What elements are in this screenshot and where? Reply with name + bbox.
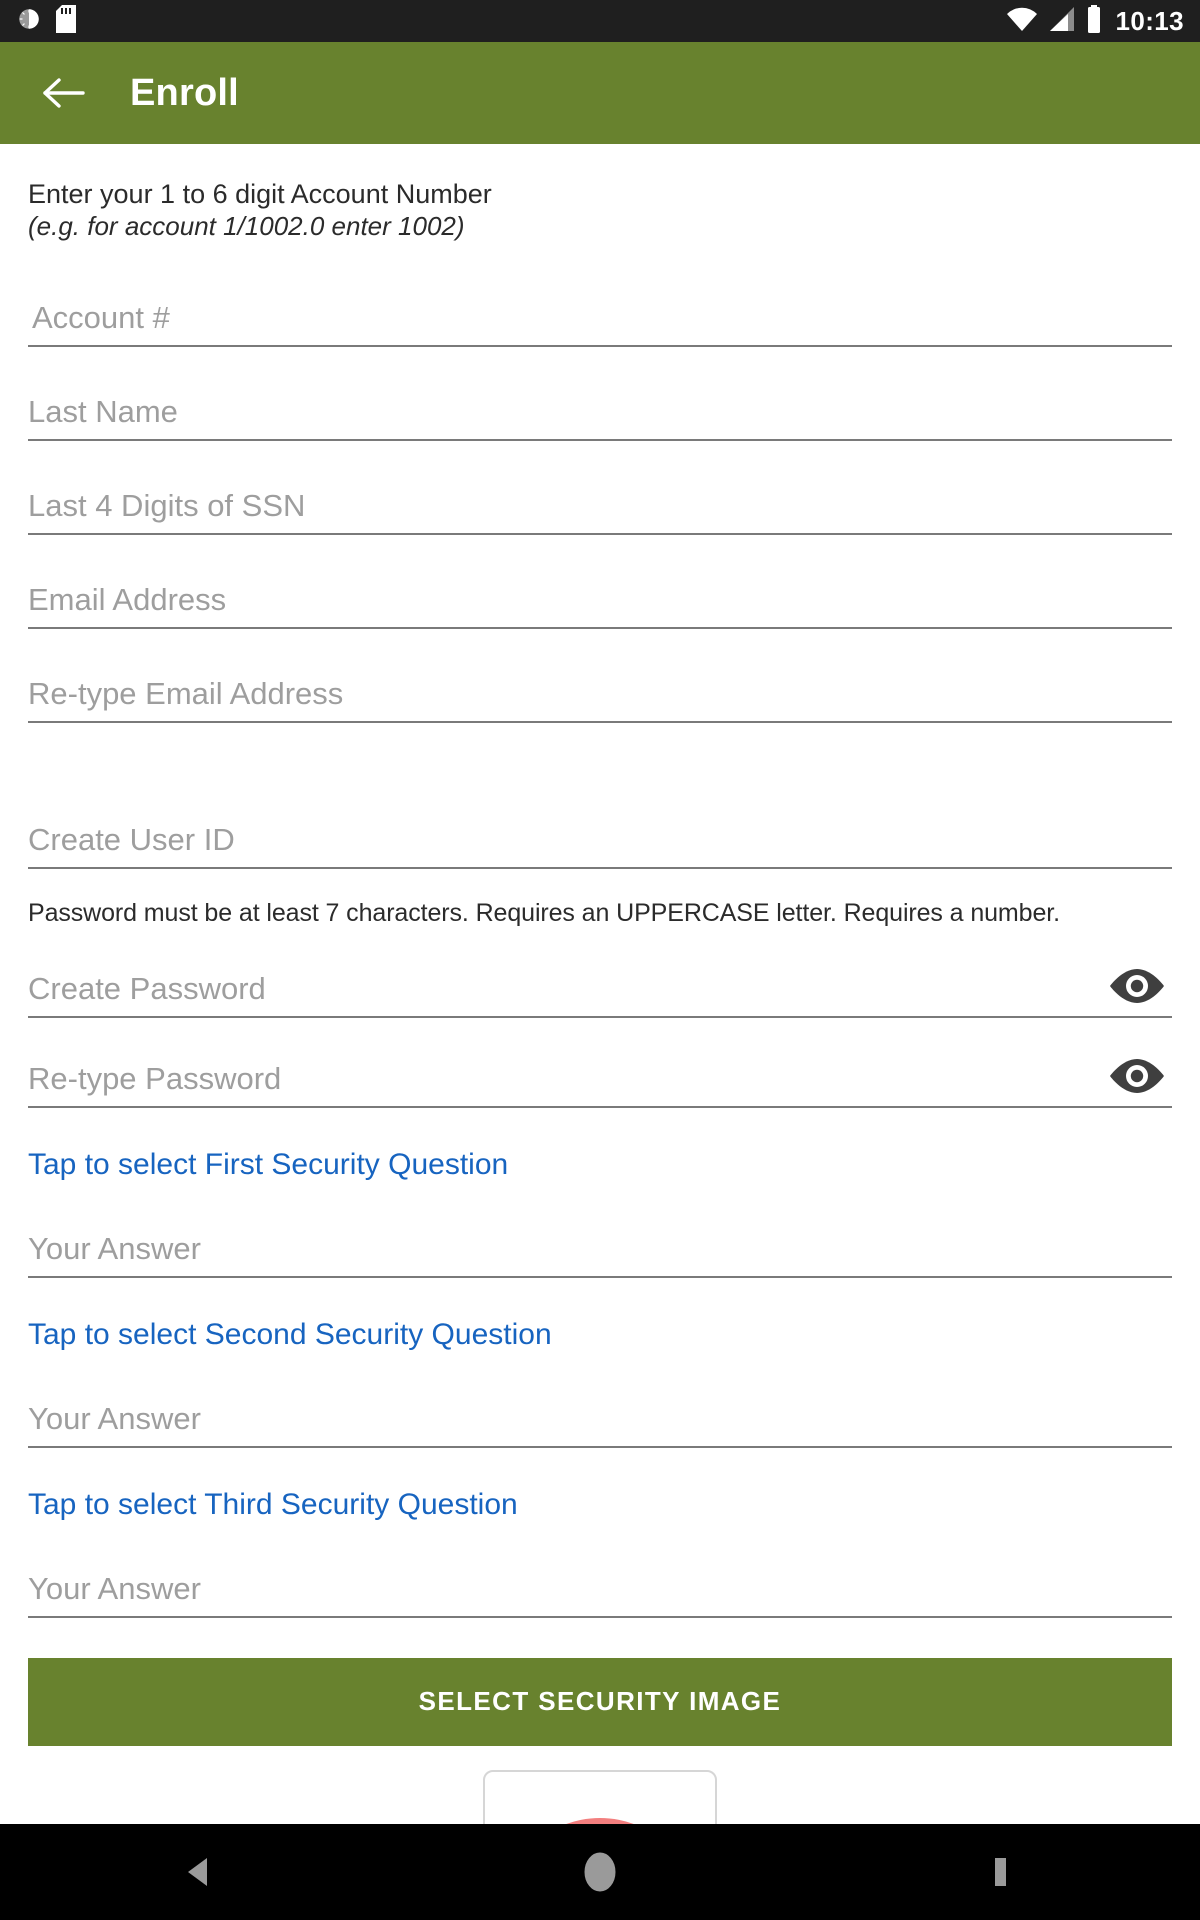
- user-id-field[interactable]: Create User ID: [28, 791, 1172, 869]
- enroll-form: Enter your 1 to 6 digit Account Number (…: [0, 144, 1200, 1824]
- email-confirm-placeholder: Re-type Email Address: [28, 675, 344, 711]
- sync-icon: [16, 6, 42, 37]
- password-confirm-field[interactable]: Re-type Password: [28, 1030, 1172, 1108]
- security-image-thumbnail: [502, 1817, 698, 1824]
- back-triangle-icon: [188, 1858, 207, 1886]
- email-field[interactable]: Email Address: [28, 551, 1172, 629]
- user-id-placeholder: Create User ID: [28, 821, 235, 857]
- intro-line-1: Enter your 1 to 6 digit Account Number: [28, 179, 492, 209]
- back-arrow-icon: [43, 78, 85, 108]
- wifi-icon: [1006, 6, 1038, 37]
- status-bar-right-icons: 10:13: [1006, 4, 1185, 38]
- status-bar-left-icons: [16, 4, 76, 38]
- page-title: Enroll: [130, 71, 239, 114]
- nav-recents-button[interactable]: [940, 1824, 1060, 1920]
- app-window: 10:13 Enroll Enter your 1 to 6 digit Acc…: [0, 0, 1200, 1920]
- password-confirm-visibility-toggle[interactable]: [1104, 1052, 1170, 1100]
- ssn-last4-field[interactable]: Last 4 Digits of SSN: [28, 457, 1172, 535]
- security-answer-1-placeholder: Your Answer: [28, 1230, 201, 1266]
- intro-line-2: (e.g. for account 1/1002.0 enter 1002): [28, 210, 465, 241]
- battery-icon: [1086, 4, 1102, 38]
- account-number-field[interactable]: Account #: [28, 269, 1172, 347]
- nav-home-button[interactable]: [540, 1824, 660, 1920]
- security-answer-3-placeholder: Your Answer: [28, 1570, 201, 1606]
- eye-icon: [1110, 1058, 1164, 1093]
- password-visibility-toggle[interactable]: [1104, 962, 1170, 1010]
- home-circle-icon: [581, 1849, 619, 1895]
- nav-back-button[interactable]: [140, 1824, 260, 1920]
- password-confirm-placeholder: Re-type Password: [28, 1060, 282, 1096]
- email-placeholder: Email Address: [28, 581, 227, 617]
- back-button[interactable]: [36, 65, 92, 121]
- last-name-field[interactable]: Last Name: [28, 363, 1172, 441]
- security-image-card[interactable]: [483, 1769, 717, 1824]
- password-requirements-text: Password must be at least 7 characters. …: [28, 898, 1060, 927]
- app-bar: Enroll: [0, 42, 1200, 144]
- security-answer-3-field[interactable]: Your Answer: [28, 1540, 1172, 1618]
- ssn-last4-placeholder: Last 4 Digits of SSN: [28, 487, 306, 523]
- security-question-1-link[interactable]: Tap to select First Security Question: [28, 1148, 508, 1182]
- select-security-image-button[interactable]: SELECT SECURITY IMAGE: [28, 1657, 1172, 1746]
- security-question-3-link[interactable]: Tap to select Third Security Question: [28, 1488, 518, 1522]
- cellular-signal-icon: [1048, 6, 1076, 37]
- password-field[interactable]: Create Password: [28, 940, 1172, 1018]
- last-name-placeholder: Last Name: [28, 393, 178, 429]
- eye-icon: [1110, 968, 1164, 1003]
- email-confirm-field[interactable]: Re-type Email Address: [28, 645, 1172, 723]
- recents-square-icon: [995, 1858, 1006, 1886]
- security-answer-2-field[interactable]: Your Answer: [28, 1370, 1172, 1448]
- status-bar: 10:13: [0, 0, 1200, 42]
- password-placeholder: Create Password: [28, 970, 266, 1006]
- security-answer-1-field[interactable]: Your Answer: [28, 1200, 1172, 1278]
- security-answer-2-placeholder: Your Answer: [28, 1400, 201, 1436]
- sd-card-icon: [56, 4, 76, 38]
- status-bar-clock: 10:13: [1115, 5, 1184, 36]
- android-navigation-bar: [0, 1824, 1200, 1920]
- security-question-2-link[interactable]: Tap to select Second Security Question: [28, 1318, 552, 1352]
- account-number-placeholder: Account #: [32, 299, 170, 335]
